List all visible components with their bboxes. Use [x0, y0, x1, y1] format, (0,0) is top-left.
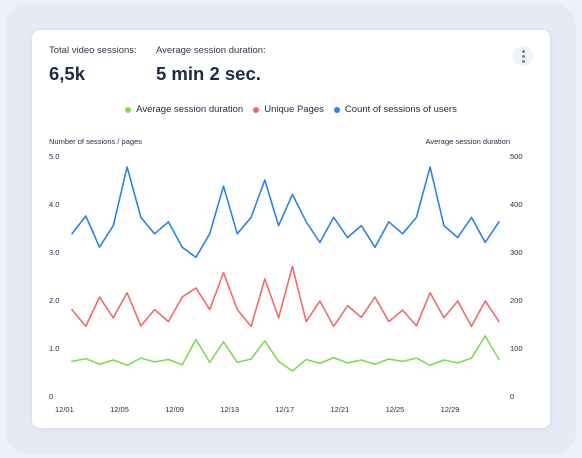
- x-tick: 12/21: [330, 405, 349, 414]
- right-y-tick: 0: [510, 392, 514, 401]
- right-axis-title: Average session duration: [426, 137, 511, 146]
- right-y-tick: 200: [510, 296, 523, 305]
- left-y-tick: 4.0: [49, 200, 59, 209]
- left-y-tick: 3.0: [49, 248, 59, 257]
- right-y-tick: 100: [510, 344, 523, 353]
- dashboard-card: Total video sessions: 6,5k Average sessi…: [32, 30, 550, 428]
- x-tick: 12/29: [441, 405, 460, 414]
- left-y-tick: 0: [49, 392, 53, 401]
- left-y-tick: 2.0: [49, 296, 59, 305]
- right-y-tick: 400: [510, 200, 523, 209]
- line-chart: Number of sessions / pages Average sessio…: [49, 137, 523, 414]
- right-y-tick: 500: [510, 152, 523, 161]
- series-line-2: [71, 166, 500, 259]
- right-y-tick: 300: [510, 248, 523, 257]
- x-tick: 12/17: [275, 405, 294, 414]
- series-line-1: [71, 265, 500, 328]
- x-tick: 12/05: [110, 405, 129, 414]
- series-line-0: [71, 335, 500, 372]
- left-y-tick: 5.0: [49, 152, 59, 161]
- x-tick: 12/13: [220, 405, 239, 414]
- left-axis-title: Number of sessions / pages: [49, 137, 142, 146]
- x-tick: 12/09: [165, 405, 184, 414]
- x-tick: 12/25: [386, 405, 405, 414]
- x-tick: 12/01: [55, 405, 74, 414]
- left-y-tick: 1.0: [49, 344, 59, 353]
